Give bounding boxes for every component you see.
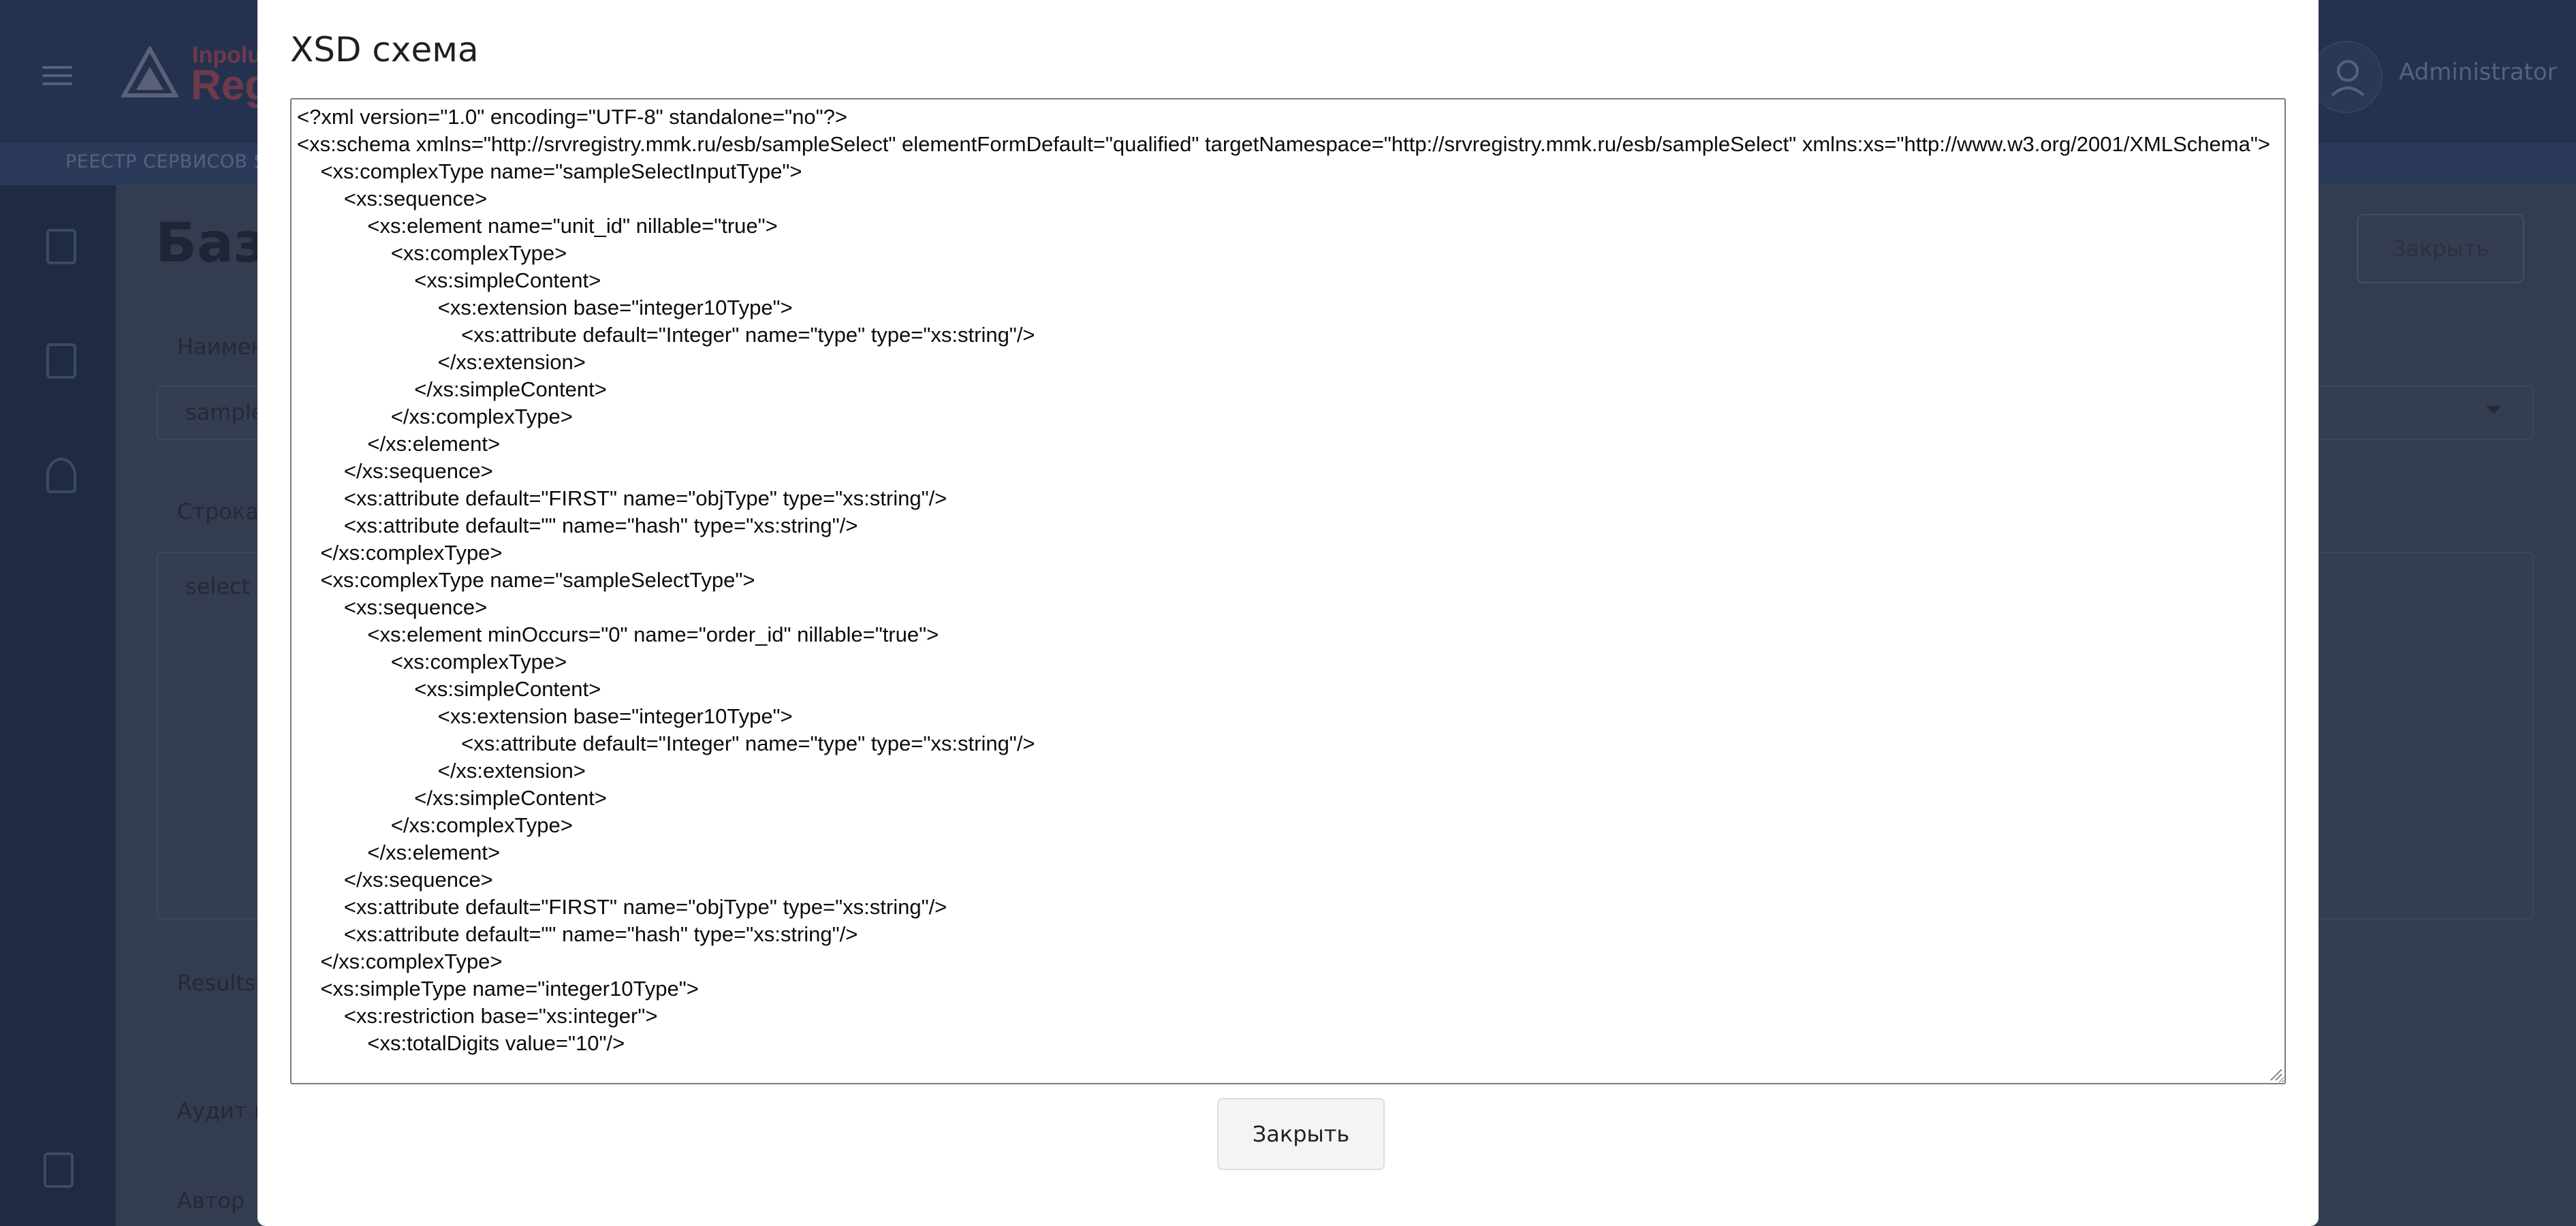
documents-icon[interactable] xyxy=(46,229,76,264)
hamburger-menu-icon[interactable] xyxy=(42,66,72,85)
database-icon[interactable] xyxy=(46,343,76,379)
left-rail xyxy=(0,185,116,1226)
sidebar-toggle-icon[interactable] xyxy=(44,1152,74,1188)
settings-icon[interactable] xyxy=(46,458,76,493)
chevron-down-icon xyxy=(2486,406,2501,414)
nav-menu-item[interactable]: РЕЕСТР СЕРВИСОВ SV xyxy=(65,151,279,172)
resize-handle-icon[interactable] xyxy=(2268,1067,2283,1082)
logo-icon xyxy=(121,46,178,97)
author-label: Автор xyxy=(177,1188,245,1214)
name-value: sample xyxy=(185,399,265,425)
page-close-button[interactable]: Закрыть xyxy=(2357,214,2524,283)
query-label: Строка xyxy=(177,499,259,524)
user-avatar-icon[interactable] xyxy=(2310,41,2383,113)
resultset-label: Resultse xyxy=(177,970,270,996)
user-name[interactable]: Administrator xyxy=(2399,59,2557,86)
xsd-schema-textarea[interactable]: <?xml version="1.0" encoding="UTF-8" sta… xyxy=(290,98,2286,1084)
dialog-title: XSD схема xyxy=(290,30,479,69)
audit-label: Аудит в xyxy=(177,1098,267,1124)
name-label: Наимен xyxy=(177,334,266,360)
close-button[interactable]: Закрыть xyxy=(1217,1098,1385,1170)
xsd-schema-dialog: XSD схема <?xml version="1.0" encoding="… xyxy=(257,0,2319,1226)
